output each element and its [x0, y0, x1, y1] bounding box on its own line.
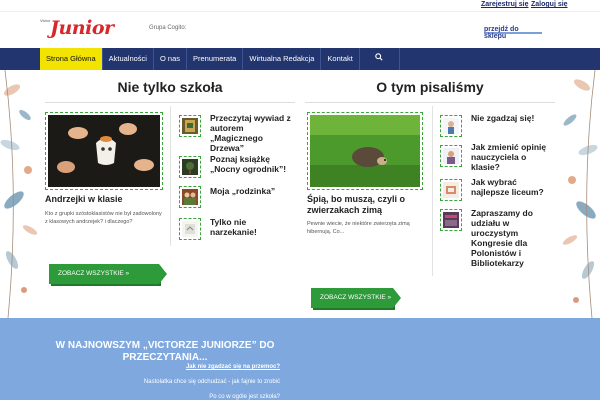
thumb-congress[interactable] — [440, 209, 462, 231]
thumb-night-gardener[interactable] — [179, 156, 201, 178]
floral-decoration-right — [562, 70, 598, 318]
nav-item-home[interactable]: Strona Główna — [40, 48, 103, 70]
side-title-teacher-opinion[interactable]: Jak zmienić opinię nauczyciela o klasie? — [471, 142, 556, 172]
feature-desc-hedgehog: Pewnie wiecie, że niektóre zwierzęta zim… — [307, 221, 410, 235]
nav-item-news[interactable]: Aktualności — [103, 48, 154, 70]
floral-decoration-left — [0, 70, 38, 318]
see-all-button-we-wrote[interactable]: ZOBACZ WSZYSTKIE » — [311, 288, 401, 308]
feature-title-hedgehog[interactable]: Śpią, bo muszą, czyli o zwierzakach zimą — [307, 194, 427, 216]
feature-desc-andrzejki: Kto z grupki szóstoklasistów nie był zad… — [45, 211, 162, 225]
see-all-button-school[interactable]: ZOBACZ WSZYSTKIE » — [49, 264, 167, 284]
thumb-family[interactable] — [179, 186, 201, 208]
thumb-teacher-opinion[interactable] — [440, 145, 462, 167]
site-logo[interactable]: Victor Junior — [40, 17, 130, 44]
section-title-we-wrote: O tym pisaliśmy — [376, 79, 484, 95]
latest-issue-link-2[interactable]: Nastolatka chce się odchudzać - jak fajn… — [144, 379, 280, 385]
side-title-congress[interactable]: Zapraszamy do udziału w uroczystym Kongr… — [471, 208, 556, 268]
side-title-family[interactable]: Moja „rodzinka” — [210, 186, 295, 196]
thumb-no-complaining[interactable] — [179, 218, 201, 240]
latest-issue-link-3[interactable]: Po co w ogóle jest szkoła? — [209, 394, 280, 400]
thumb-interview[interactable] — [179, 115, 201, 137]
feature-image-andrzejki[interactable] — [45, 112, 163, 190]
side-title-no-complaining[interactable]: Tylko nie narzekanie! — [210, 217, 295, 237]
login-link[interactable]: Zaloguj się — [531, 1, 568, 8]
side-title-night-gardener[interactable]: Poznaj książkę „Nocny ogrodnik”! — [210, 154, 295, 174]
nav-item-subscription[interactable]: Prenumerata — [187, 48, 244, 70]
thumb-high-school[interactable] — [440, 179, 462, 201]
site-header: Victor Junior Grupa Cogito: przejdź do s… — [0, 12, 600, 48]
logo-text: Junior — [50, 17, 114, 39]
side-title-high-school[interactable]: Jak wybrać najlepsze liceum? — [471, 177, 556, 197]
latest-issue-link-1[interactable]: Jak nie zgadzać się na przemoc? — [186, 364, 280, 370]
column-divider — [432, 106, 433, 276]
register-link[interactable]: Zarejestruj się — [481, 1, 528, 8]
grupa-label: Grupa Cogito: — [149, 25, 187, 31]
top-utility-bar: Zarejestruj się Zaloguj się — [0, 0, 600, 12]
partner-banner[interactable]: przejdź do sklepu — [484, 26, 542, 40]
nav-item-contact[interactable]: Kontakt — [321, 48, 360, 70]
nav-item-about[interactable]: O nas — [154, 48, 187, 70]
latest-issue-band: W najnowszym „Victorze Juniorze” do prze… — [0, 318, 600, 400]
main-nav: Strona Główna Aktualności O nas Prenumer… — [0, 48, 600, 70]
feature-image-hedgehog[interactable] — [307, 112, 423, 190]
section-title-school: Nie tylko szkoła — [117, 79, 223, 95]
feature-title-andrzejki[interactable]: Andrzejki w klasie — [45, 194, 165, 205]
logo-small-text: Victor — [40, 18, 51, 23]
column-divider — [170, 106, 171, 246]
divider — [45, 102, 295, 103]
side-title-interview[interactable]: Przeczytaj wywiad z autorem „Magicznego … — [210, 113, 295, 153]
nav-item-virtual-newsroom[interactable]: Wirtualna Redakcja — [243, 48, 322, 70]
divider — [305, 102, 555, 103]
latest-issue-title: W najnowszym „Victorze Juniorze” do prze… — [55, 340, 275, 363]
search-icon[interactable] — [360, 48, 400, 70]
side-title-dont-agree[interactable]: Nie zgadzaj się! — [471, 113, 556, 123]
thumb-dont-agree[interactable] — [440, 115, 462, 137]
